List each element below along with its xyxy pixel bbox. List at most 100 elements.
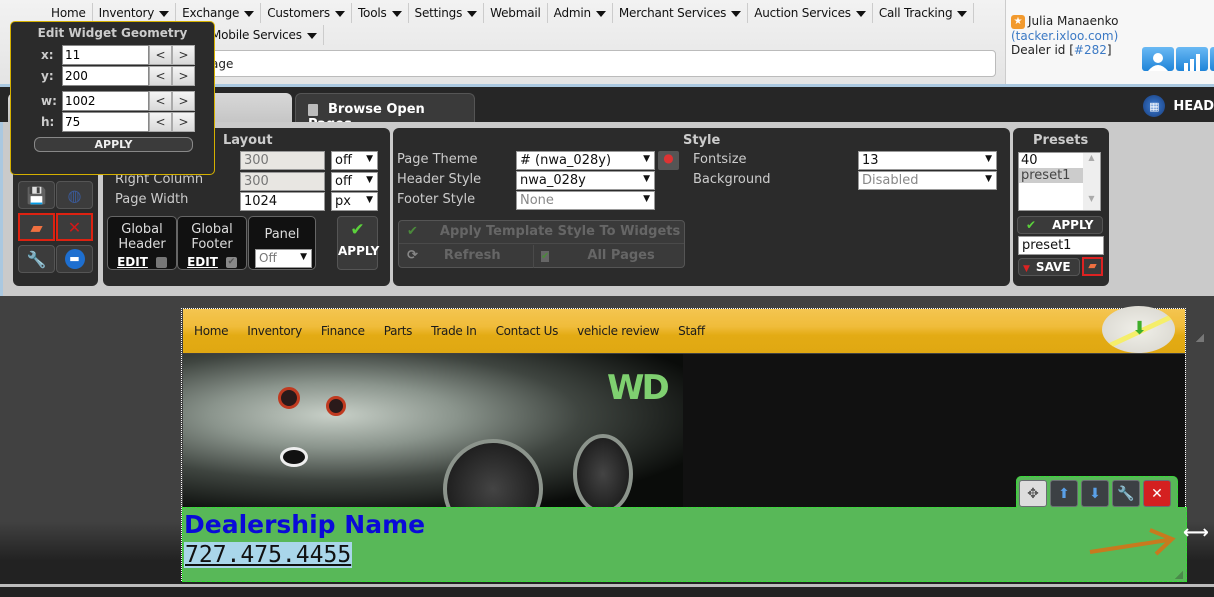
global-header-checkbox[interactable] <box>155 257 167 268</box>
move-up-icon[interactable]: ⬆ <box>1050 480 1078 507</box>
car-taillight <box>278 387 300 409</box>
delete-widget-icon[interactable]: ✕ <box>1143 480 1171 507</box>
move-down-icon[interactable]: ⬇ <box>1081 480 1109 507</box>
page-url-field[interactable]: age <box>200 50 996 77</box>
nav-item-mobile-services[interactable]: Mobile Services <box>205 25 324 45</box>
background-select[interactable]: Disabled <box>858 171 997 190</box>
save-icon[interactable]: 💾 <box>18 181 55 209</box>
more-icon[interactable] <box>1210 47 1214 71</box>
wrench-icon[interactable]: 🔧 <box>1112 480 1140 507</box>
nav-item-call-tracking[interactable]: Call Tracking <box>873 3 975 23</box>
panel-select[interactable]: Off <box>255 249 312 268</box>
page-width-unit[interactable]: px <box>331 192 378 211</box>
w-increase-button[interactable]: > <box>172 91 195 111</box>
resize-horizontal-cursor-icon[interactable]: ⟷ <box>1183 522 1209 543</box>
presets-list[interactable]: 40 preset1 ▲ ▼ <box>1018 152 1101 211</box>
nav-item-home[interactable]: Home <box>45 3 93 23</box>
nav-item-label: Webmail <box>490 6 541 20</box>
user-icon[interactable] <box>1142 47 1174 71</box>
global-header-edit-link[interactable]: EDIT <box>117 255 148 269</box>
check-icon: ✔ <box>407 224 418 239</box>
stats-icon[interactable] <box>1176 47 1208 71</box>
user-domain-link[interactable]: (tacker.ixloo.com) <box>1011 29 1214 43</box>
apply-template-button[interactable]: ✔ Apply Template Style To Widgets <box>399 221 684 244</box>
site-nav-staff[interactable]: Staff <box>678 324 705 338</box>
site-nav-parts[interactable]: Parts <box>384 324 413 338</box>
resize-grip-icon[interactable] <box>1196 334 1204 342</box>
nav-item-customers[interactable]: Customers <box>261 3 352 23</box>
all-pages-toggle[interactable]: ✔ All Pages <box>535 245 685 268</box>
eraser-icon[interactable]: ▰ <box>1082 257 1103 276</box>
w-input[interactable]: 1002 <box>62 91 149 111</box>
dealership-phone[interactable]: 727.475.4455 <box>184 542 353 568</box>
nav-item-label: Mobile Services <box>211 28 302 42</box>
presets-scrollbar[interactable]: ▲ ▼ <box>1083 153 1100 210</box>
global-header-line2: Header <box>118 237 166 252</box>
nav-item-merchant-services[interactable]: Merchant Services <box>613 3 749 23</box>
h-decrease-button[interactable]: < <box>149 112 172 132</box>
nav-item-settings[interactable]: Settings <box>409 3 485 23</box>
wrench-icon[interactable]: 🔧 <box>18 245 55 273</box>
check-icon: ✔ <box>350 220 365 240</box>
nav-item-inventory[interactable]: Inventory <box>93 3 177 23</box>
left-column-width[interactable]: 300 <box>240 151 325 170</box>
h-increase-button[interactable]: > <box>172 112 195 132</box>
preset-apply-button[interactable]: ✔ APPLY <box>1017 216 1103 234</box>
y-input[interactable]: 200 <box>62 66 149 86</box>
delete-icon[interactable]: ✕ <box>56 213 93 241</box>
site-nav-contact-us[interactable]: Contact Us <box>496 324 559 338</box>
nav-item-auction-services[interactable]: Auction Services <box>748 3 873 23</box>
right-column-width[interactable]: 300 <box>240 172 325 191</box>
nav-item-exchange[interactable]: Exchange <box>176 3 262 23</box>
geometry-apply-button[interactable]: APPLY <box>34 137 193 152</box>
widget-resize-grip-icon[interactable] <box>1175 571 1183 579</box>
check-icon: ✔ <box>1026 218 1037 232</box>
x-input[interactable]: 11 <box>62 45 149 65</box>
nav-item-tools[interactable]: Tools <box>352 3 409 23</box>
tab-browse-open-pages[interactable]: Browse Open Pages <box>295 93 475 132</box>
site-nav-trade-in[interactable]: Trade In <box>431 324 477 338</box>
geometry-title: Edit Widget Geometry <box>37 26 188 40</box>
footer-style-select[interactable]: None <box>516 191 655 210</box>
move-icon[interactable]: ✥ <box>1019 480 1047 507</box>
globe-icon[interactable]: ◍ <box>56 181 93 209</box>
preset-save-button[interactable]: ▼ SAVE <box>1018 258 1080 276</box>
refresh-button[interactable]: ⟳ Refresh <box>399 245 534 268</box>
x-increase-button[interactable]: > <box>172 45 195 65</box>
preset-item-selected[interactable]: preset1 <box>1019 168 1083 183</box>
site-nav-finance[interactable]: Finance <box>321 324 365 338</box>
eraser-icon[interactable]: ▰ <box>18 213 55 241</box>
page-theme-select[interactable]: # (nwa_028y) <box>516 151 655 170</box>
palette-icon[interactable]: ● <box>658 151 679 170</box>
site-nav-inventory[interactable]: Inventory <box>247 324 302 338</box>
y-increase-button[interactable]: > <box>172 66 195 86</box>
site-preview: Home Inventory Finance Parts Trade In Co… <box>181 306 1209 582</box>
site-nav-vehicle-review[interactable]: vehicle review <box>577 324 659 338</box>
left-column-toggle[interactable]: off <box>331 151 378 170</box>
right-column-toggle[interactable]: off <box>331 172 378 191</box>
global-footer-checkbox[interactable]: ✔ <box>225 257 237 268</box>
header-style-select[interactable]: nwa_028y <box>516 171 655 190</box>
global-footer-edit-link[interactable]: EDIT <box>187 255 218 269</box>
fontsize-select[interactable]: 13 <box>858 151 997 170</box>
map-thumbnail[interactable]: ⬇ <box>1102 306 1175 353</box>
selected-widget[interactable]: ✥ ⬆ ⬇ 🔧 ✕ Dealership Name 727.475.4455 ⟷ <box>182 476 1209 582</box>
h-label: h: <box>41 115 55 129</box>
page-width-input[interactable]: 1024 <box>240 192 325 211</box>
y-decrease-button[interactable]: < <box>149 66 172 86</box>
header-toggle[interactable]: ▦ HEAD <box>1143 95 1214 117</box>
user-block-icon[interactable]: ▬ <box>56 245 93 273</box>
dealership-name[interactable]: Dealership Name <box>184 510 425 539</box>
nav-item-admin[interactable]: Admin <box>548 3 613 23</box>
x-decrease-button[interactable]: < <box>149 45 172 65</box>
global-header-line1: Global <box>121 222 163 237</box>
footer-style-label: Footer Style <box>397 192 476 207</box>
preset-name-input[interactable]: preset1 <box>1018 236 1104 255</box>
nav-item-label: Call Tracking <box>878 6 953 20</box>
layout-apply-button[interactable]: ✔ APPLY <box>337 216 379 270</box>
w-decrease-button[interactable]: < <box>149 91 172 111</box>
site-nav-home[interactable]: Home <box>194 324 229 338</box>
nav-item-webmail[interactable]: Webmail <box>484 3 548 23</box>
dealer-id-link[interactable]: #282 <box>1074 43 1107 57</box>
h-input[interactable]: 75 <box>62 112 149 132</box>
